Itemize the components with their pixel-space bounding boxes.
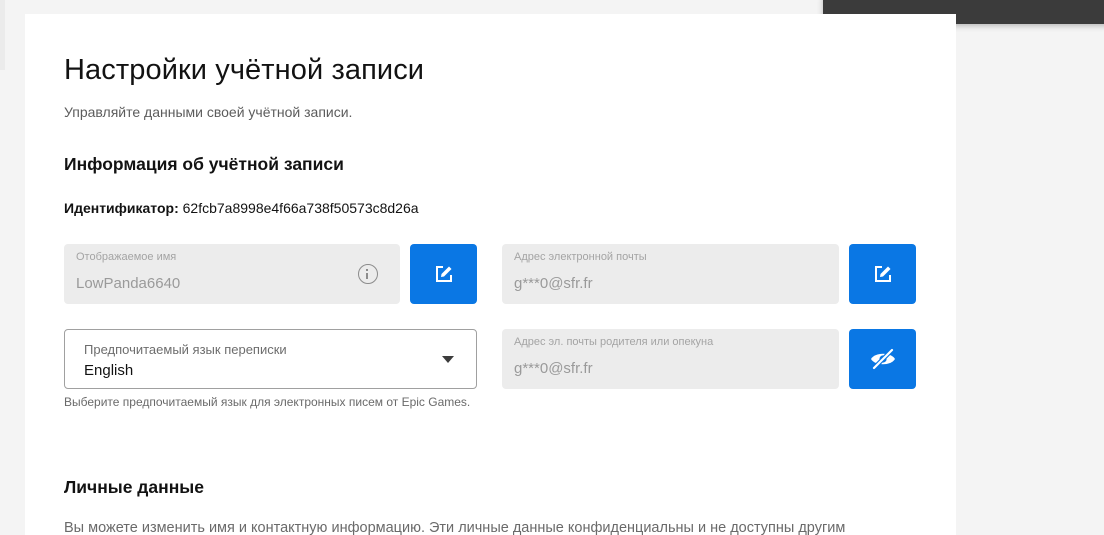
identifier-label: Идентификатор: — [64, 200, 179, 216]
edit-icon — [874, 266, 891, 282]
edit-email-button[interactable] — [849, 244, 916, 304]
language-helper-text: Выберите предпочитаемый язык для электро… — [64, 395, 471, 409]
personal-data-description: Вы можете изменить имя и контактную инфо… — [64, 520, 846, 535]
email-field: Адрес электронной почты g***0@sfr.fr — [502, 244, 839, 304]
account-info-title: Информация об учётной записи — [64, 154, 344, 174]
edit-icon — [435, 266, 452, 282]
page-subtitle: Управляйте данными своей учётной записи. — [64, 104, 353, 120]
eye-slash-icon — [870, 348, 895, 370]
reveal-parent-email-button[interactable] — [849, 329, 916, 389]
edit-display-name-button[interactable] — [410, 244, 477, 304]
email-label: Адрес электронной почты — [514, 251, 647, 263]
display-name-field: Отображаемое имя LowPanda6640 — [64, 244, 400, 304]
identifier-value: 62fcb7a8998e4f66a738f50573c8d26a — [182, 200, 419, 216]
language-label: Предпочитаемый язык переписки — [84, 342, 287, 357]
parent-email-field: Адрес эл. почты родителя или опекуна g**… — [502, 329, 839, 389]
parent-email-label: Адрес эл. почты родителя или опекуна — [514, 336, 714, 348]
parent-email-value: g***0@sfr.fr — [514, 360, 593, 377]
account-identifier: Идентификатор: 62fcb7a8998e4f66a738f5057… — [64, 200, 419, 216]
email-value: g***0@sfr.fr — [514, 275, 593, 292]
language-value: English — [84, 362, 134, 379]
page-side-edge — [0, 0, 5, 70]
display-name-label: Отображаемое имя — [76, 251, 177, 263]
personal-data-title: Личные данные — [64, 477, 204, 497]
account-settings-card: Настройки учётной записи Управляйте данн… — [25, 14, 956, 535]
chevron-down-icon[interactable] — [442, 356, 454, 363]
display-name-value: LowPanda6640 — [76, 275, 181, 292]
info-icon[interactable] — [358, 264, 378, 284]
page-title: Настройки учётной записи — [64, 54, 425, 86]
language-select[interactable]: Предпочитаемый язык переписки English — [64, 329, 477, 389]
